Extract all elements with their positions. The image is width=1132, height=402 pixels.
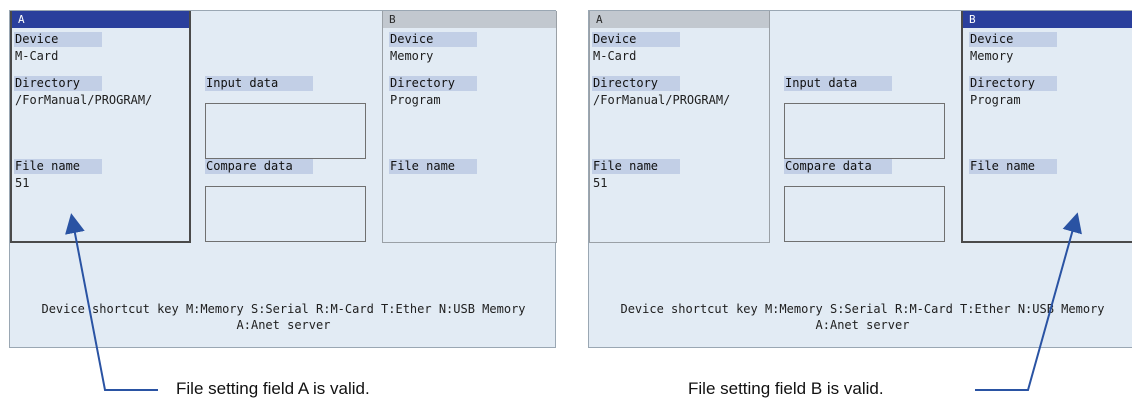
caption-field-b-valid: File setting field B is valid. — [688, 379, 884, 398]
caption-field-a-valid: File setting field A is valid. — [176, 379, 370, 398]
callout-arrow-a — [65, 213, 158, 391]
callout-arrow-b — [975, 212, 1082, 391]
callout-arrows — [65, 212, 1082, 391]
